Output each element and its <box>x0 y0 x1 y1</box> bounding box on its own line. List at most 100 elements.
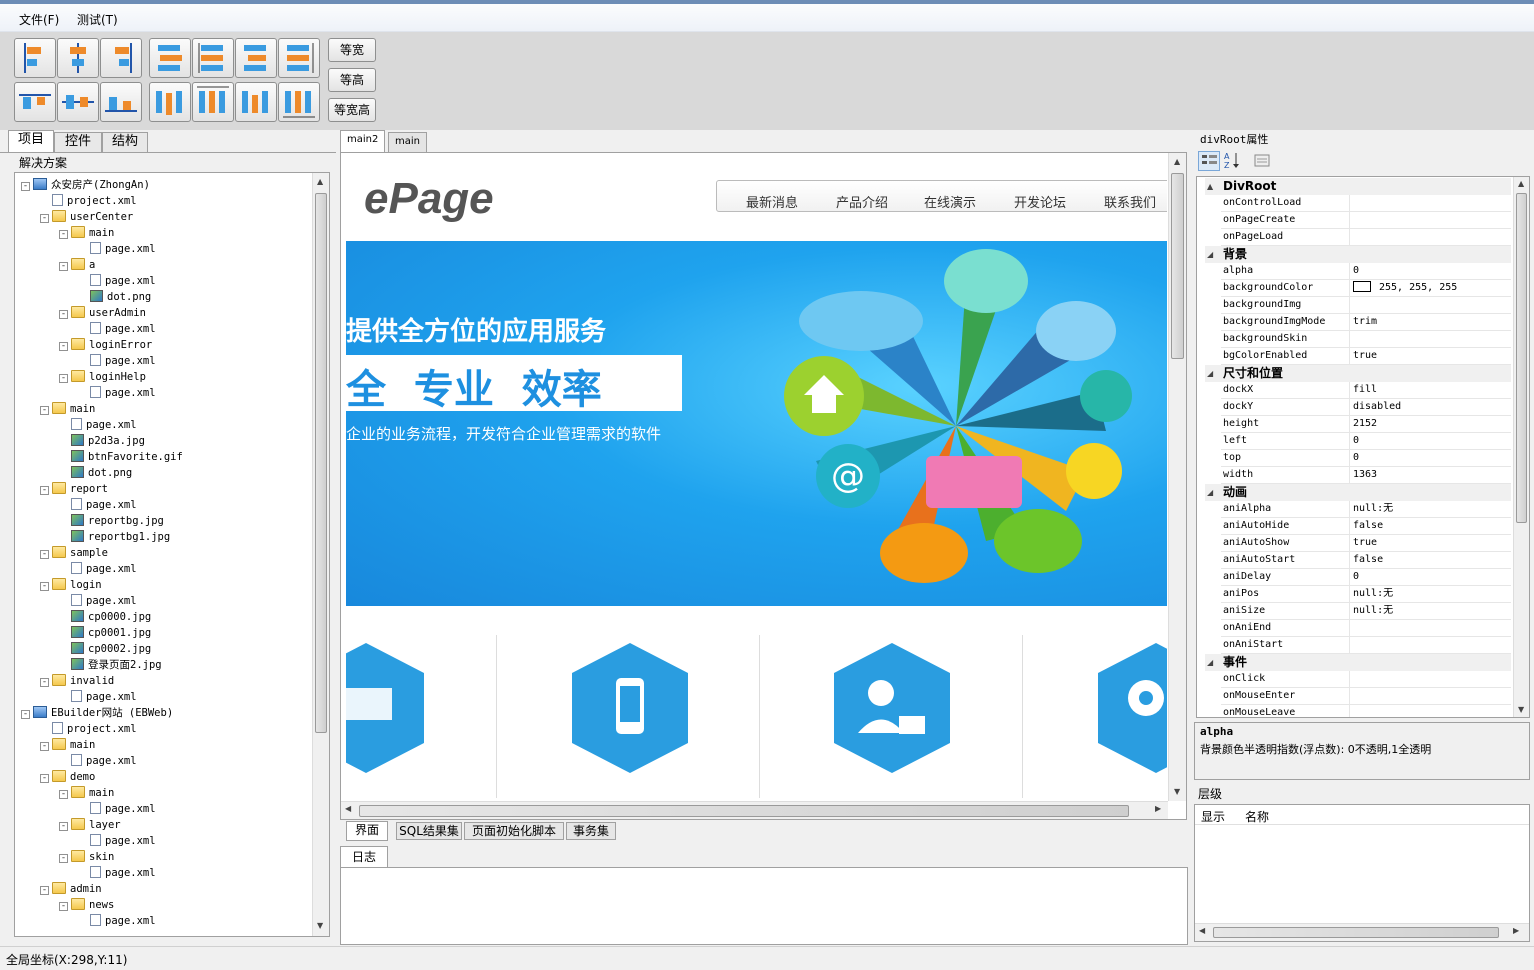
tree-node[interactable]: project.xml <box>40 721 137 737</box>
tree-expander-icon[interactable]: - <box>59 902 68 911</box>
tab-structure[interactable]: 结构 <box>102 132 148 152</box>
tree-node[interactable]: page.xml <box>59 593 137 609</box>
property-value[interactable]: 2152 <box>1353 416 1377 432</box>
tree-expander-icon[interactable]: - <box>40 886 49 895</box>
property-category[interactable]: ▲ DivRoot <box>1205 178 1511 195</box>
property-row[interactable]: aniSize null:无 <box>1221 603 1511 620</box>
property-row[interactable]: onPageCreate <box>1221 212 1511 229</box>
tree-node[interactable]: page.xml <box>59 417 137 433</box>
tree-expander-icon[interactable]: - <box>21 182 30 191</box>
property-value[interactable]: disabled <box>1353 399 1401 415</box>
property-value[interactable]: null:无 <box>1353 586 1393 602</box>
tree-node[interactable]: - login <box>40 577 102 593</box>
tree-expander-icon[interactable]: - <box>21 710 30 719</box>
property-pages-button[interactable] <box>1252 151 1274 171</box>
tab-page-init-script[interactable]: 页面初始化脚本 <box>464 822 564 840</box>
tree-expander-icon[interactable]: - <box>40 406 49 415</box>
property-row[interactable]: onPageLoad <box>1221 229 1511 246</box>
hspace-button-3[interactable] <box>235 38 277 78</box>
tree-node[interactable]: -a <box>59 257 95 273</box>
property-row[interactable]: aniAutoHide false <box>1221 518 1511 535</box>
layers-col-name[interactable]: 名称 <box>1245 808 1269 825</box>
tree-node[interactable]: - main <box>40 401 95 417</box>
equal-width-button[interactable]: 等宽 <box>328 38 376 62</box>
tree-node[interactable]: page.xml <box>78 241 156 257</box>
tree-node[interactable]: cp0001.jpg <box>59 625 151 641</box>
tree-node[interactable]: - userCenter <box>40 209 133 225</box>
tree-expander-icon[interactable]: - <box>40 214 49 223</box>
property-row[interactable]: onControlLoad <box>1221 195 1511 212</box>
preview-nav-link[interactable]: 联系我们 <box>1104 192 1156 211</box>
tab-project[interactable]: 项目 <box>8 130 54 153</box>
vspace-button-2[interactable] <box>192 82 234 122</box>
tree-expander-icon[interactable]: - <box>59 310 68 319</box>
tab-controls[interactable]: 控件 <box>54 132 102 152</box>
tree-node[interactable]: - sample <box>40 545 108 561</box>
align-middle-button[interactable] <box>57 82 99 122</box>
property-row[interactable]: bgColorEnabled true <box>1221 348 1511 365</box>
layers-hscroll[interactable]: ◀ ▶ <box>1195 923 1529 941</box>
tree-node[interactable]: - EBuilder网站 (EBWeb) <box>21 705 173 721</box>
tab-main[interactable]: main <box>388 132 427 152</box>
property-row[interactable]: dockX fill <box>1221 382 1511 399</box>
tree-node[interactable]: - invalid <box>40 673 114 689</box>
property-value[interactable]: 0 <box>1353 569 1359 585</box>
tree-node[interactable]: btnFavorite.gif <box>59 449 183 465</box>
property-category[interactable]: ◢ 动画 <box>1205 484 1511 501</box>
layers-col-show[interactable]: 显示 <box>1201 808 1225 825</box>
tree-node[interactable]: - loginError <box>59 337 152 353</box>
tab-ui[interactable]: 界面 <box>346 821 388 841</box>
align-left-button[interactable] <box>14 38 56 78</box>
property-value[interactable]: true <box>1353 535 1377 551</box>
category-expander-icon[interactable]: ◢ <box>1207 484 1213 501</box>
tree-node[interactable]: - main <box>59 785 114 801</box>
alphabetical-button[interactable]: AZ <box>1222 151 1244 171</box>
property-value[interactable]: 0 <box>1353 450 1359 466</box>
property-scrollbar[interactable]: ▲ ▼ <box>1513 177 1529 717</box>
canvas-hscroll-thumb[interactable] <box>359 805 1129 817</box>
preview-nav-link[interactable]: 最新消息 <box>746 192 798 211</box>
property-value[interactable]: false <box>1353 518 1383 534</box>
tree-node[interactable]: reportbg1.jpg <box>59 529 170 545</box>
layers-hscroll-thumb[interactable] <box>1213 927 1499 938</box>
category-expander-icon[interactable]: ◢ <box>1207 654 1213 671</box>
tree-expander-icon[interactable]: - <box>59 790 68 799</box>
canvas-vscroll[interactable]: ▲ ▼ <box>1168 153 1186 801</box>
canvas-hscroll[interactable]: ◀ ▶ <box>341 801 1168 819</box>
tree-node[interactable]: - userAdmin <box>59 305 146 321</box>
tab-sql-results[interactable]: SQL结果集 <box>396 822 462 840</box>
tree-node[interactable]: p2d3a.jpg <box>59 433 145 449</box>
menu-test[interactable]: 测试(T) <box>77 11 118 28</box>
property-value[interactable]: false <box>1353 552 1383 568</box>
hspace-button-4[interactable] <box>278 38 320 78</box>
tree-node[interactable]: - admin <box>40 881 102 897</box>
tree-node[interactable]: reportbg.jpg <box>59 513 164 529</box>
tab-transactions[interactable]: 事务集 <box>566 822 616 840</box>
tree-node[interactable]: page.xml <box>78 353 156 369</box>
align-center-button[interactable] <box>57 38 99 78</box>
property-row[interactable]: onMouseEnter <box>1221 688 1511 705</box>
preview-nav-link[interactable]: 在线演示 <box>924 192 976 211</box>
category-expander-icon[interactable]: ◢ <box>1207 246 1213 263</box>
tree-node[interactable]: page.xml <box>59 561 137 577</box>
property-row[interactable]: onAniStart <box>1221 637 1511 654</box>
tree-node[interactable]: page.xml <box>78 801 156 817</box>
tree-scrollbar[interactable]: ▲ ▼ <box>312 173 329 936</box>
property-category[interactable]: ◢ 背景 <box>1205 246 1511 263</box>
property-row[interactable]: onMouseLeave <box>1221 705 1511 717</box>
property-category[interactable]: ◢ 尺寸和位置 <box>1205 365 1511 382</box>
tree-expander-icon[interactable]: - <box>40 582 49 591</box>
align-bottom-button[interactable] <box>100 82 142 122</box>
preview-nav-link[interactable]: 产品介绍 <box>836 192 888 211</box>
property-row[interactable]: aniPos null:无 <box>1221 586 1511 603</box>
preview-nav-link[interactable]: 开发论坛 <box>1014 192 1066 211</box>
property-value[interactable]: trim <box>1353 314 1377 330</box>
tree-node[interactable]: - demo <box>40 769 95 785</box>
tree-expander-icon[interactable]: - <box>40 550 49 559</box>
color-swatch[interactable] <box>1353 281 1371 292</box>
property-row[interactable]: backgroundImg <box>1221 297 1511 314</box>
hspace-button-1[interactable] <box>149 38 191 78</box>
tree-expander-icon[interactable]: - <box>40 742 49 751</box>
tree-node[interactable]: page.xml <box>78 865 156 881</box>
page-canvas[interactable]: ePage 最新消息 产品介绍 在线演示 开发论坛 联系我们 提供全方位的应用服务 全 … <box>346 158 1167 798</box>
